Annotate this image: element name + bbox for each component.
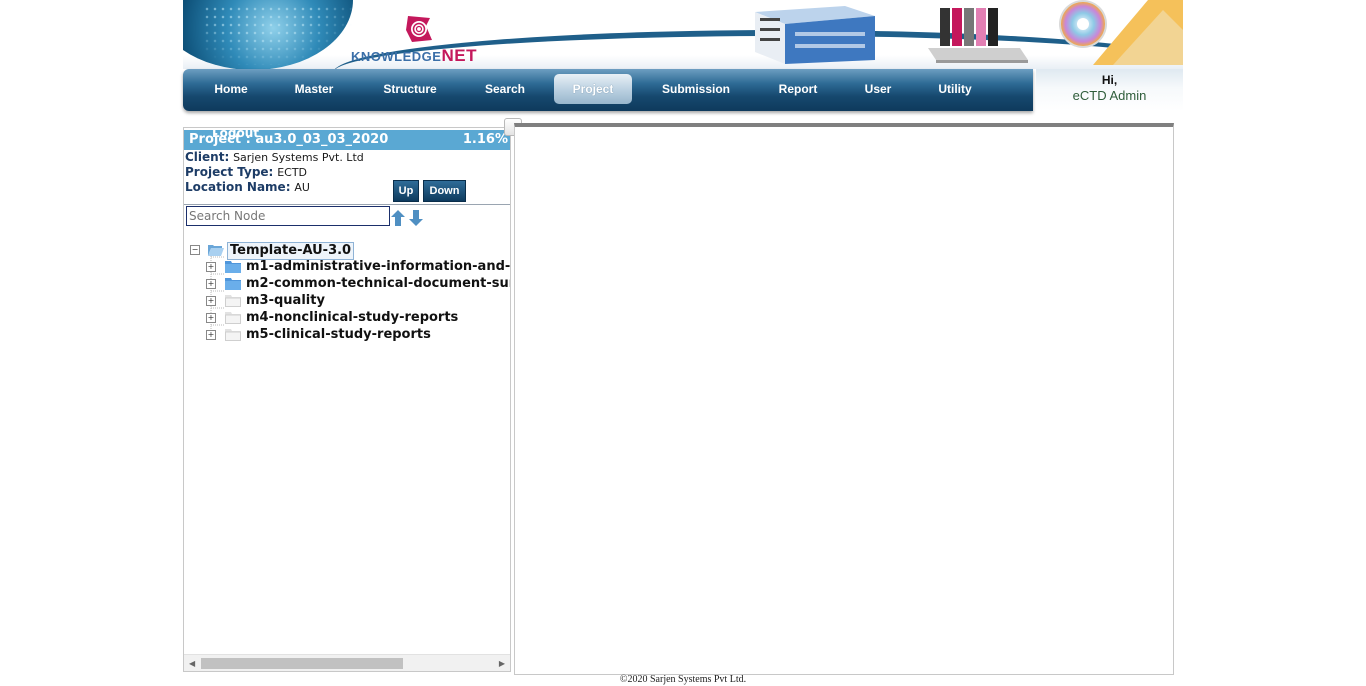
tree-node-m5: + m5-clinical-study-reports [184, 327, 510, 343]
nav-search[interactable]: Search [468, 74, 542, 104]
client-label: Client: [185, 150, 230, 164]
expand-icon[interactable]: + [206, 313, 216, 323]
folder-icon [225, 261, 241, 273]
expand-icon[interactable]: + [206, 262, 216, 272]
footer-copyright: ©2020 Sarjen Systems Pvt Ltd. [619, 674, 747, 685]
folder-icon [225, 278, 241, 290]
completion-percent: 1.16% [462, 132, 508, 147]
open-folder-icon [208, 245, 224, 256]
project-type-info: Project Type: ECTD [185, 165, 307, 179]
arrow-up-icon[interactable] [391, 210, 405, 226]
knowledgenet-logo-icon [406, 16, 432, 42]
up-button[interactable]: Up [393, 180, 419, 202]
user-name[interactable]: eCTD Admin [1036, 88, 1183, 103]
tree-node-label[interactable]: m5-clinical-study-reports [246, 327, 431, 343]
main-nav: Home Master Structure Search Project Sub… [183, 69, 1033, 111]
location-info: Location Name: AU [185, 180, 310, 194]
tree-node-label[interactable]: m1-administrative-information-and-prescr… [246, 259, 510, 275]
tree-node-m1: + m1-administrative-information-and-pres… [184, 259, 510, 275]
user-greeting: Hi, eCTD Admin [1036, 69, 1183, 111]
nav-report[interactable]: Report [763, 74, 833, 104]
project-header: Project : au3.0_03_03_2020 Logout 1.16% [184, 128, 510, 150]
greeting-text: Hi, [1101, 73, 1118, 87]
content-panel [514, 123, 1174, 675]
tree-node-label[interactable]: m3-quality [246, 293, 325, 309]
nav-user[interactable]: User [850, 74, 906, 104]
logo-text-part2: NET [441, 46, 477, 65]
location-value: AU [294, 181, 310, 194]
expand-icon[interactable]: + [206, 296, 216, 306]
logo-text[interactable]: KnowledgeNET [351, 46, 477, 66]
tree-node-label[interactable]: m2-common-technical-document-summaries [246, 276, 510, 292]
tree-node-m3: + m3-quality [184, 293, 510, 309]
nav-master[interactable]: Master [279, 74, 349, 104]
collapse-icon[interactable]: − [190, 245, 200, 255]
laptop-image [928, 8, 1028, 63]
project-tree-panel: Project : au3.0_03_03_2020 Logout 1.16% … [183, 127, 511, 672]
down-button[interactable]: Down [423, 180, 466, 202]
search-node-input[interactable] [186, 206, 390, 226]
client-info: Client: Sarjen Systems Pvt. Ltd [185, 150, 364, 164]
expand-icon[interactable]: + [206, 279, 216, 289]
tree-node-label[interactable]: m4-nonclinical-study-reports [246, 310, 458, 326]
tree-node-m2: + m2-common-technical-document-summaries [184, 276, 510, 292]
expand-icon[interactable]: + [206, 330, 216, 340]
scroll-left-icon[interactable]: ◀ [189, 659, 195, 668]
nav-home[interactable]: Home [198, 74, 264, 104]
nav-project[interactable]: Project [554, 74, 632, 104]
location-label: Location Name: [185, 180, 291, 194]
scroll-right-icon[interactable]: ▶ [499, 659, 505, 668]
cd-image [1059, 0, 1183, 65]
folder-icon [225, 329, 241, 341]
folder-icon [225, 295, 241, 307]
logout-overlap-text[interactable]: Logout [212, 128, 259, 143]
scroll-thumb[interactable] [201, 658, 403, 669]
tree-root-row: − Template-AU-3.0 [184, 242, 510, 260]
horizontal-scrollbar[interactable]: ◀ ▶ [184, 654, 510, 671]
arrow-down-icon[interactable] [409, 210, 423, 226]
binders-image [755, 6, 875, 64]
tree-root-label[interactable]: Template-AU-3.0 [227, 242, 355, 260]
header-banner: KnowledgeNET [183, 0, 1183, 69]
nav-utility[interactable]: Utility [923, 74, 987, 104]
folder-icon [225, 312, 241, 324]
tree-node-m4: + m4-nonclinical-study-reports [184, 310, 510, 326]
nav-structure[interactable]: Structure [367, 74, 453, 104]
project-type-label: Project Type: [185, 165, 274, 179]
project-type-value: ECTD [277, 166, 308, 179]
logo-text-part1: Knowledge [351, 49, 442, 64]
nav-submission[interactable]: Submission [649, 74, 743, 104]
client-value: Sarjen Systems Pvt. Ltd [233, 151, 364, 164]
